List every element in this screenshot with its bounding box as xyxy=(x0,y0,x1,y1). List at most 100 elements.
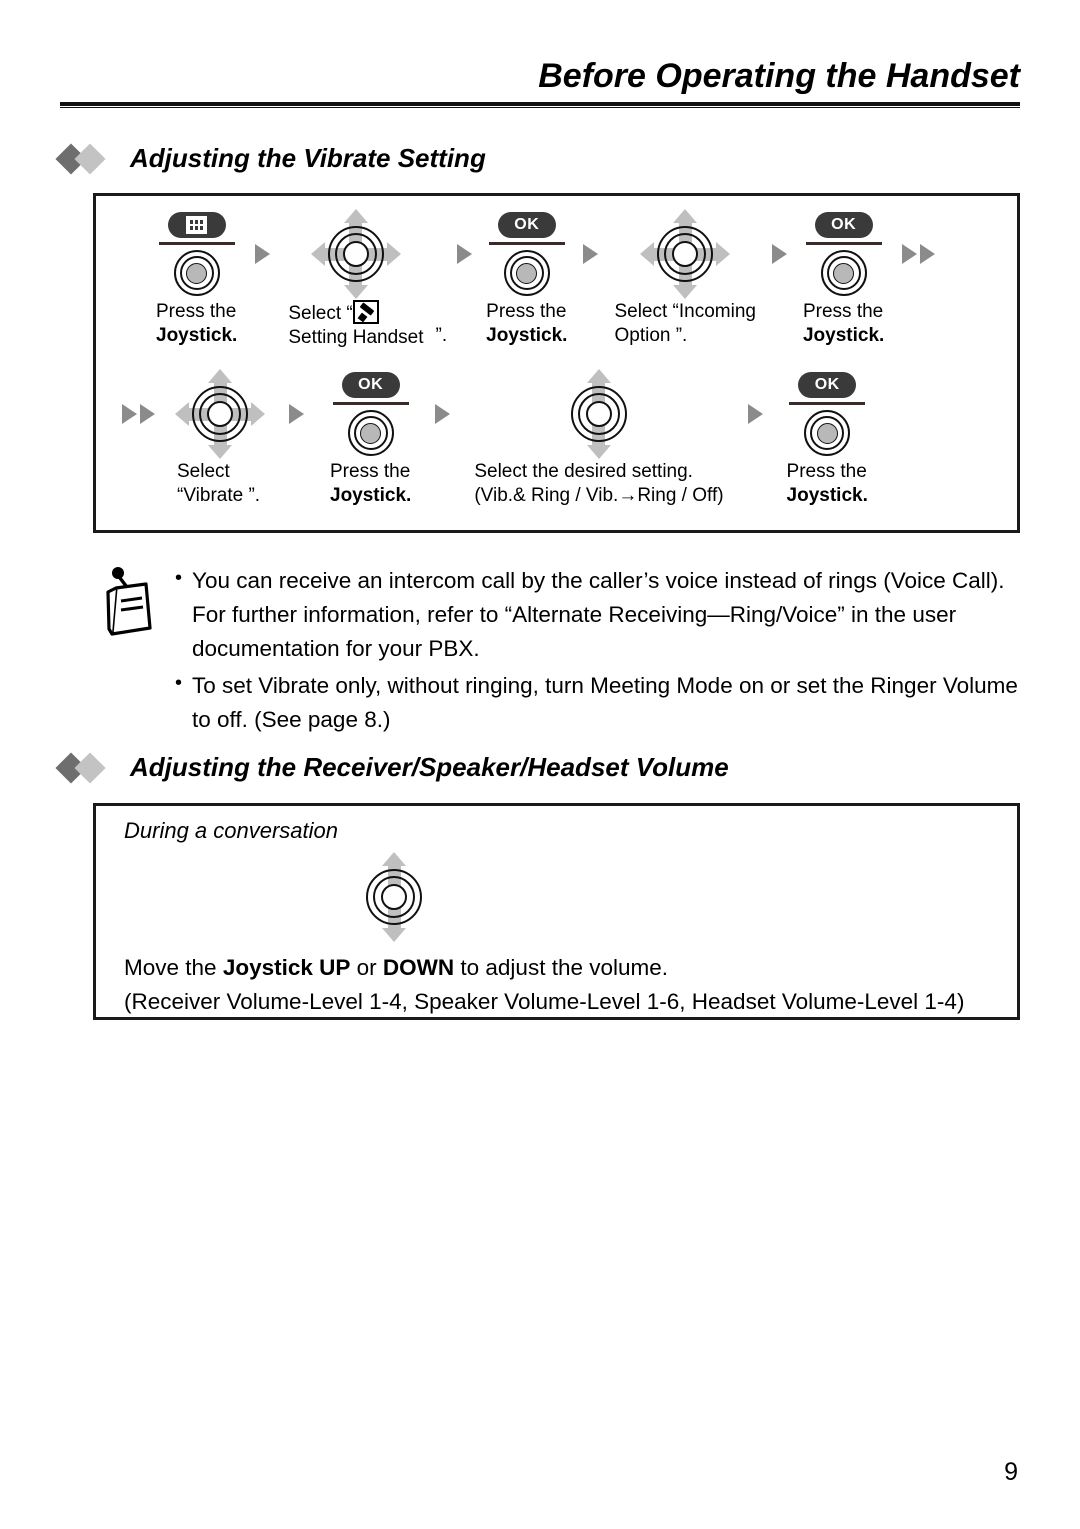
caption-line-2: Joystick. xyxy=(156,325,238,347)
joystick-button-icon xyxy=(820,250,867,296)
note-block: You can receive an intercom call by the … xyxy=(96,560,1026,739)
diamond-bullet-icon xyxy=(55,751,116,784)
flow-step-select-incoming-option: Select “Incoming Option ”. xyxy=(614,208,756,349)
caption-line-2: Setting Handset xyxy=(288,327,424,349)
caption-line-2: Option ”. xyxy=(614,325,688,347)
step-caption: Press the Joystick. xyxy=(803,300,884,349)
joystick-button-icon xyxy=(347,410,394,456)
instruction-pre: Move the xyxy=(124,955,223,980)
section-title-volume: Adjusting the Receiver/Speaker/Headset V… xyxy=(130,752,729,782)
flow-arrow xyxy=(771,208,787,300)
caption-line-1: Select xyxy=(177,461,230,482)
caption-line-1: Select “ xyxy=(288,303,353,324)
joystick-button-icon xyxy=(173,250,220,296)
flow-arrow xyxy=(457,208,473,300)
joystick-4way-art xyxy=(310,208,401,300)
ok-key-art: OK xyxy=(488,208,565,300)
joystick-updown-icon xyxy=(556,369,642,459)
caption-line-1: Select the desired setting. xyxy=(474,461,693,482)
joystick-4way-icon xyxy=(310,209,401,299)
key-underline xyxy=(805,242,882,245)
flow-arrow xyxy=(289,368,304,460)
ok-key-art: OK xyxy=(789,368,866,460)
pencil-icon xyxy=(352,300,379,324)
joystick-4way-art xyxy=(640,208,731,300)
ok-key-art: OK xyxy=(332,368,409,460)
section-heading-vibrate: Adjusting the Vibrate Setting xyxy=(55,142,486,175)
ok-key-icon: OK xyxy=(497,212,556,238)
section-heading-volume: Adjusting the Receiver/Speaker/Headset V… xyxy=(55,751,729,784)
instruction-post: to adjust the volume. xyxy=(454,955,669,980)
flow-step-select-vibrate: Select “Vibrate ”. xyxy=(175,368,265,509)
flow-step-press-ok-1: OK Press the Joystick. xyxy=(486,208,567,349)
notepad-icon xyxy=(96,560,158,640)
joystick-button-icon xyxy=(503,250,550,296)
joystick-4way-icon xyxy=(175,369,265,459)
note-text: You can receive an intercom call by the … xyxy=(172,560,1026,739)
menu-key-icon xyxy=(167,212,226,238)
flow-step-press-ok-2: OK Press the Joystick. xyxy=(803,208,884,349)
caption-trailing-quote: ”. xyxy=(435,325,448,347)
key-underline xyxy=(789,402,866,405)
menu-key-art xyxy=(158,208,235,300)
flow-arrow xyxy=(435,368,451,460)
caption-line-1: Press the xyxy=(802,301,884,322)
joystick-4way-art xyxy=(175,368,265,460)
caption-line-2: (Vib.& Ring / Vib.→Ring / Off) xyxy=(474,485,724,507)
flow-arrow-continue xyxy=(902,208,936,300)
flow-step-press-menu: Press the Joystick. xyxy=(156,208,237,349)
flow-step-press-ok-4: OK Press the Joystick. xyxy=(787,368,868,509)
step-caption: Press the Joystick. xyxy=(486,300,567,349)
ok-key-icon: OK xyxy=(798,372,857,398)
joystick-updown-icon xyxy=(351,852,437,942)
flow-arrow xyxy=(255,208,271,300)
step-caption: Select the desired setting. (Vib.& Ring … xyxy=(474,460,723,509)
caption-line-2: Joystick. xyxy=(330,485,412,507)
ok-key-icon: OK xyxy=(814,212,873,238)
instruction-bold-up: Joystick UP xyxy=(222,955,351,980)
caption-line-1: Press the xyxy=(330,461,411,482)
step-caption: Select “Incoming Option ”. xyxy=(614,300,756,349)
caption-line-2: Joystick. xyxy=(786,485,868,507)
volume-instruction-box: During a conversation Move the Joystick … xyxy=(93,803,1020,1020)
caption-line-2: Joystick. xyxy=(802,325,885,347)
menu-grid-icon xyxy=(186,216,208,234)
page-number: 9 xyxy=(1004,1458,1018,1486)
key-underline xyxy=(158,242,235,245)
flow-arrow xyxy=(583,208,599,300)
instruction-bold-down: DOWN xyxy=(382,955,455,980)
section-title-vibrate: Adjusting the Vibrate Setting xyxy=(130,143,486,173)
volume-instruction-line: Move the Joystick UP or DOWN to adjust t… xyxy=(124,951,964,985)
ok-key-art: OK xyxy=(805,208,882,300)
flow-step-press-ok-3: OK Press the Joystick. xyxy=(330,368,411,509)
header-divider xyxy=(60,102,1020,109)
caption-line-2: Joystick. xyxy=(486,325,568,347)
caption-line-1: Press the xyxy=(156,301,237,322)
step-caption: Press the Joystick. xyxy=(787,460,868,509)
step-caption: Press the Joystick. xyxy=(330,460,411,509)
page-title: Before Operating the Handset xyxy=(538,57,1020,95)
flow-row-1: Press the Joystick. Select “ Setting Han… xyxy=(96,208,1017,368)
note-bullet: You can receive an intercom call by the … xyxy=(175,563,1026,667)
caption-line-2: “Vibrate ”. xyxy=(177,485,261,507)
volume-levels-line: (Receiver Volume-Level 1-4, Speaker Volu… xyxy=(124,988,965,1014)
volume-subtitle: During a conversation xyxy=(124,818,339,843)
caption-line-1: Press the xyxy=(786,461,867,482)
joystick-4way-icon xyxy=(640,209,731,299)
key-underline xyxy=(488,242,565,245)
caption-line-1: Press the xyxy=(486,301,567,322)
joystick-updown-art xyxy=(556,368,642,460)
flow-step-quote-close: x”. xyxy=(436,208,448,349)
vibrate-flow-diagram: Press the Joystick. Select “ Setting Han… xyxy=(93,193,1020,533)
flow-arrow-continue xyxy=(122,368,155,460)
joystick-updown-art xyxy=(351,852,437,942)
instruction-mid: or xyxy=(350,955,383,980)
flow-row-2: Select “Vibrate ”. OK Press the Joystick… xyxy=(96,368,1017,528)
diamond-bullet-icon xyxy=(55,142,116,175)
ok-key-icon: OK xyxy=(341,372,400,398)
note-bullet: To set Vibrate only, without ringing, tu… xyxy=(175,668,1026,737)
flow-step-select-desired-setting: Select the desired setting. (Vib.& Ring … xyxy=(474,368,724,509)
joystick-button-icon xyxy=(804,410,851,456)
key-underline xyxy=(332,402,409,405)
flow-arrow xyxy=(747,368,763,460)
